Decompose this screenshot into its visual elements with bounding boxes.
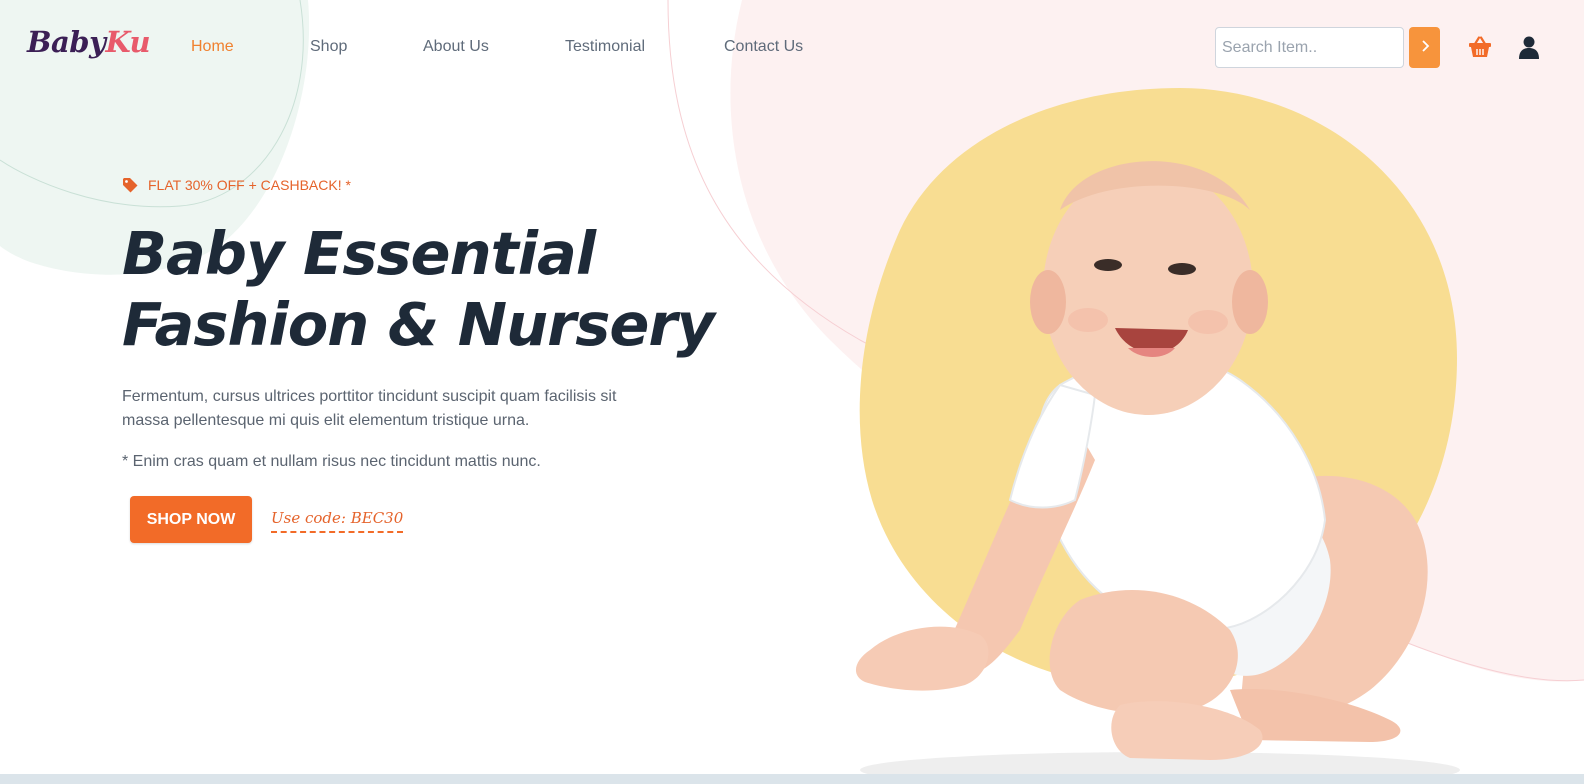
search-button[interactable] [1409,27,1440,68]
hero-headline: Baby Essential Fashion & Nursery [122,218,715,360]
promo-code: Use code: BEC30 [271,509,404,533]
nav-testimonial[interactable]: Testimonial [565,38,645,56]
nav-shop[interactable]: Shop [310,38,347,56]
nav-home[interactable]: Home [191,38,234,56]
chevron-right-icon [1421,39,1429,52]
nav-contact-us[interactable]: Contact Us [724,38,803,56]
site-header: BabyKu Home Shop About Us Testimonial Co… [0,0,1584,96]
search-input[interactable] [1215,27,1404,68]
logo-text-ku: Ku [105,25,151,59]
hero-note: * Enim cras quam et nullam risus nec tin… [122,453,541,470]
basket-icon[interactable] [1468,36,1492,58]
promo-text: FLAT 30% OFF + CASHBACK! * [148,177,351,193]
shop-now-button[interactable]: SHOP NOW [130,496,252,543]
hero-description: Fermentum, cursus ultrices porttitor tin… [122,388,617,429]
tag-icon [123,178,138,193]
nav-about-us[interactable]: About Us [423,38,489,56]
bottom-edge [0,774,1584,784]
headline-line-2: Fashion & Nursery [122,290,715,359]
logo[interactable]: BabyKu [27,25,151,59]
hero-baby-image [855,161,1460,784]
logo-text-baby: Baby [27,25,106,59]
user-icon[interactable] [1518,36,1540,59]
headline-line-1: Baby Essential [122,219,596,288]
